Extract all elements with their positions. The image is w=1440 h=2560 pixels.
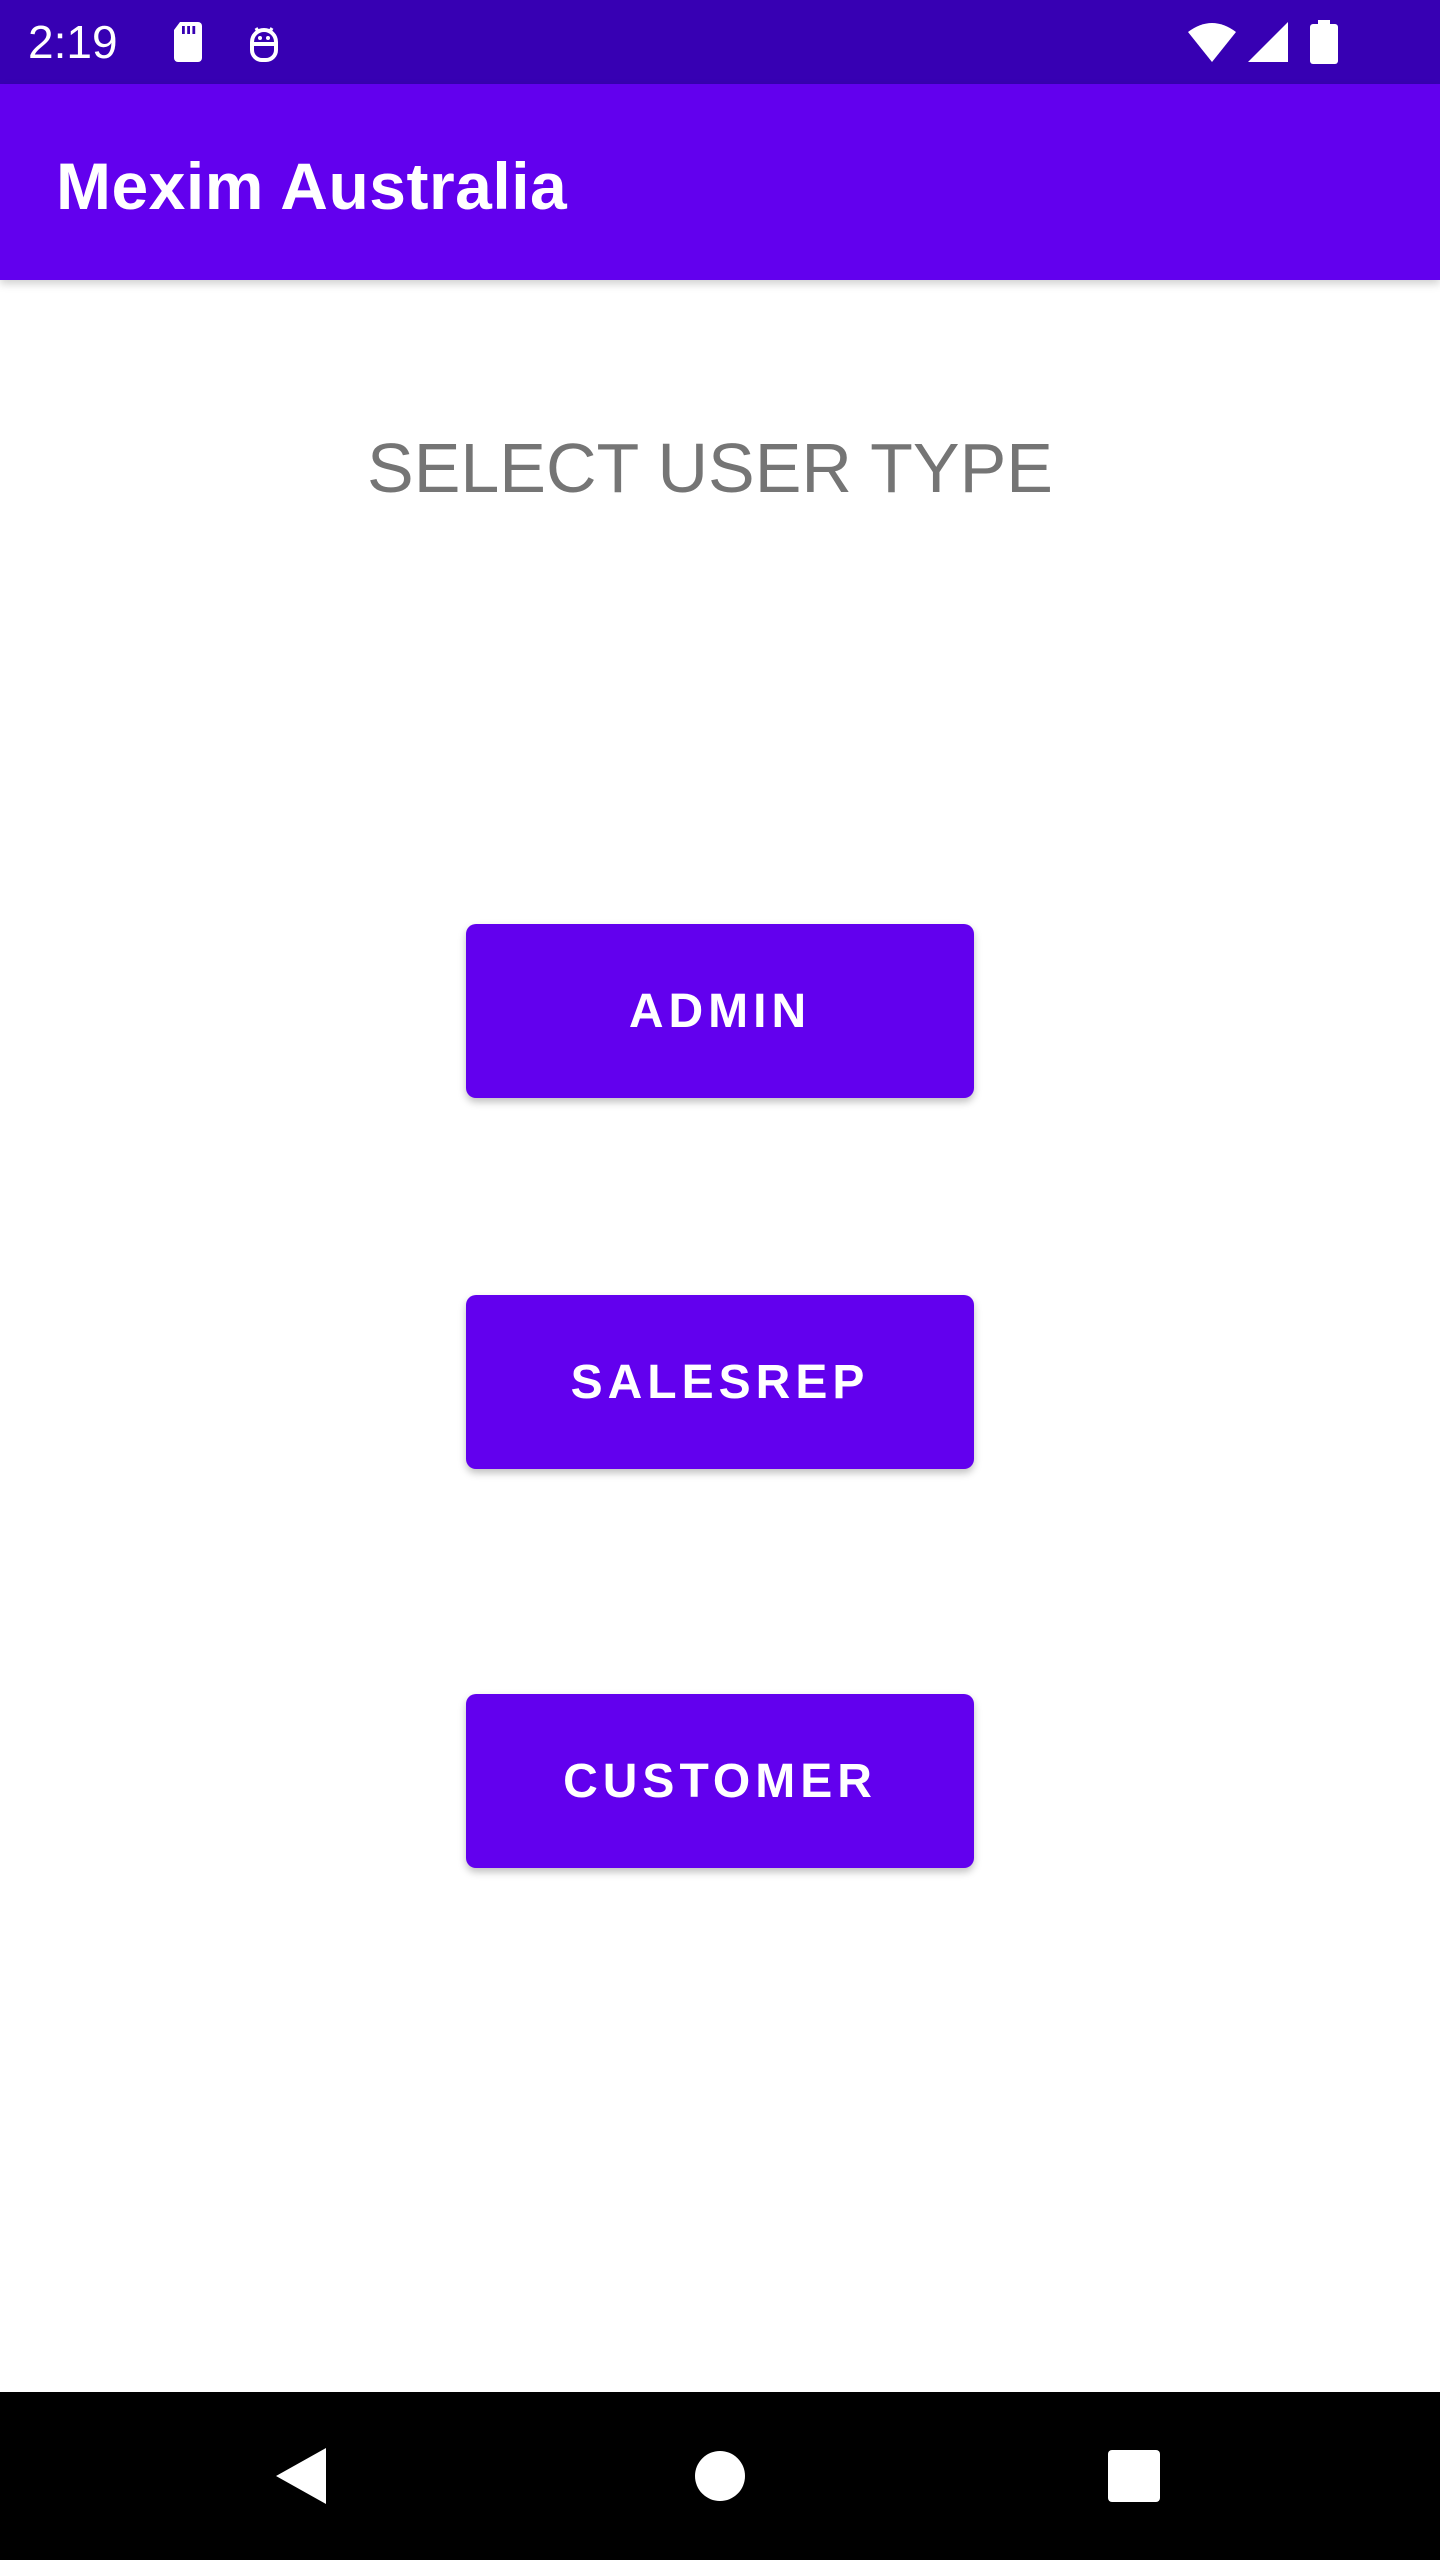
recents-icon bbox=[1108, 2450, 1160, 2502]
home-button[interactable] bbox=[670, 2426, 770, 2526]
sd-card-icon bbox=[164, 18, 212, 66]
back-button[interactable] bbox=[250, 2426, 350, 2526]
status-bar: 2:19 bbox=[0, 0, 1440, 84]
signal-icon bbox=[1244, 18, 1292, 66]
back-icon bbox=[276, 2448, 326, 2504]
android-debug-icon bbox=[240, 18, 288, 66]
app-title: Mexim Australia bbox=[56, 149, 568, 223]
page-heading: SELECT USER TYPE bbox=[367, 429, 1053, 507]
navigation-bar bbox=[0, 2392, 1440, 2560]
salesrep-button[interactable]: SALESREP bbox=[466, 1295, 974, 1469]
wifi-icon bbox=[1186, 18, 1236, 66]
admin-button[interactable]: ADMIN bbox=[466, 924, 974, 1098]
battery-icon bbox=[1306, 18, 1354, 66]
customer-button[interactable]: CUSTOMER bbox=[466, 1694, 974, 1868]
app-bar: Mexim Australia bbox=[0, 84, 1440, 280]
home-icon bbox=[695, 2451, 745, 2501]
recents-button[interactable] bbox=[1084, 2426, 1184, 2526]
status-time: 2:19 bbox=[28, 16, 118, 68]
